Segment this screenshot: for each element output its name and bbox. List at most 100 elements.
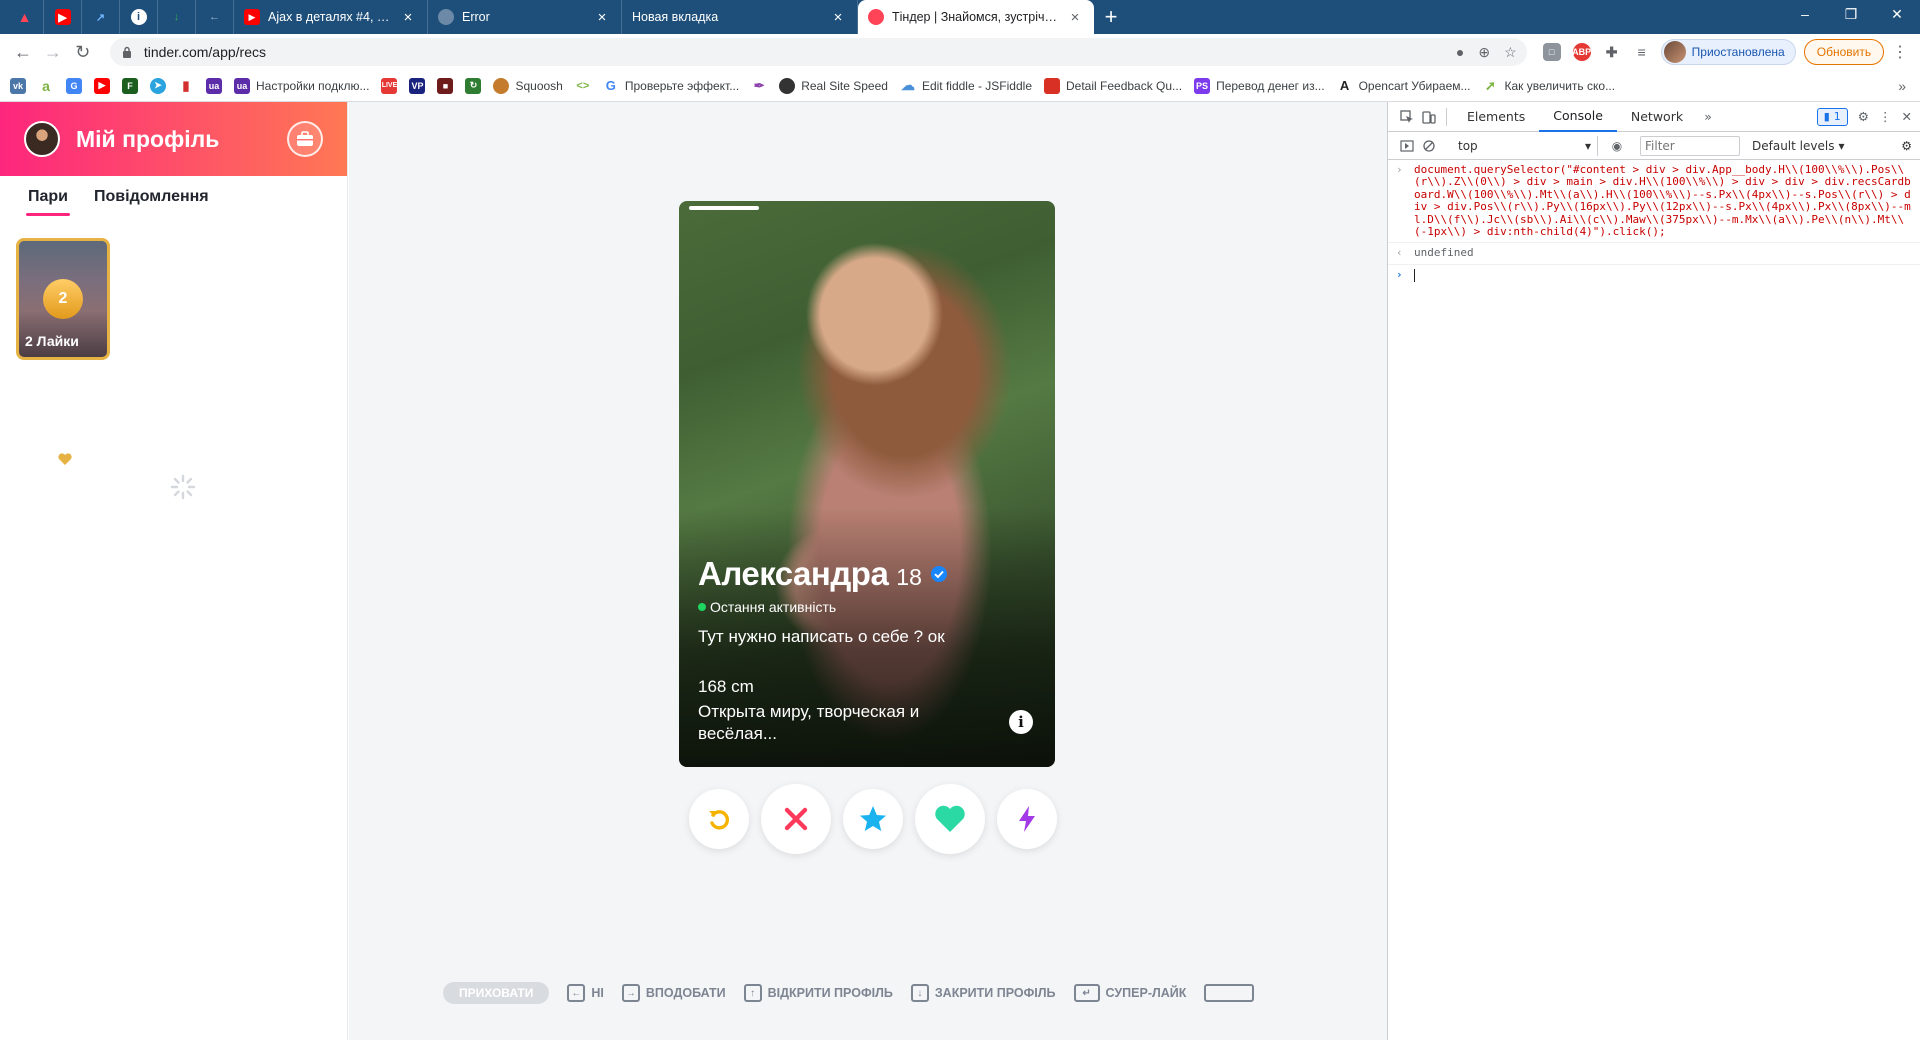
bookmark-squoosh[interactable]: Squoosh (493, 77, 563, 94)
bookmark-code[interactable]: <> (575, 78, 591, 94)
bookmark-translate[interactable]: G (66, 77, 82, 94)
browser-menu-icon[interactable]: ⋮ (1888, 42, 1912, 62)
url-text[interactable]: tinder.com/app/recs (144, 44, 1456, 60)
bookmark-vk[interactable]: vk (10, 77, 26, 94)
screenshot-extension-icon[interactable]: □ (1542, 43, 1561, 61)
nope-button[interactable] (761, 784, 831, 854)
tab-tinder[interactable]: Тіндер | Знайомся, зустрічайся × (858, 0, 1094, 34)
clear-console-icon[interactable] (1418, 135, 1440, 157)
avatar[interactable] (24, 121, 60, 157)
console-toolbar: top ▾ ◉ Default levels ▾ ⚙ (1388, 132, 1920, 160)
profile-title[interactable]: Мій профіль (76, 126, 287, 153)
bookmark-f[interactable]: F (122, 77, 138, 94)
devtools-tab-network[interactable]: Network (1617, 102, 1697, 132)
console-command[interactable]: document.querySelector("#content > div >… (1414, 163, 1912, 238)
tab-messages[interactable]: Повідомлення (94, 188, 209, 212)
close-tab-icon[interactable]: × (1066, 8, 1084, 26)
live-expression-eye-icon[interactable]: ◉ (1606, 135, 1628, 157)
lock-icon[interactable] (120, 45, 134, 59)
console-settings-gear-icon[interactable]: ⚙ (1901, 139, 1912, 153)
bookmark-star-icon[interactable]: ☆ (1504, 44, 1517, 61)
more-tabs-icon[interactable]: » (1697, 106, 1719, 128)
bookmark-thermometer[interactable]: ▮ (178, 78, 194, 94)
reload-button[interactable]: ↻ (68, 37, 98, 67)
tab-matches[interactable]: Пари (25, 188, 71, 216)
bookmark-opencart[interactable]: A Opencart Убираем... (1337, 78, 1471, 94)
restore-icon[interactable]: ❐ (1828, 0, 1874, 28)
profile-label: Приостановлена (1691, 45, 1785, 59)
pinned-tab-info[interactable]: i (120, 0, 158, 34)
arrow-right-key-icon: → (621, 984, 640, 1002)
pinned-tab-tinder[interactable]: ▲ (6, 0, 44, 34)
location-icon[interactable]: ● (1456, 44, 1464, 60)
close-tab-icon[interactable]: × (593, 8, 611, 26)
bookmark-real-site-speed[interactable]: Real Site Speed (779, 77, 888, 94)
bookmark-money-transfer[interactable]: PS Перевод денег из... (1194, 77, 1325, 94)
likes-you-card[interactable]: 2 2 Лайки (16, 238, 110, 360)
bookmark-feedback[interactable]: Detail Feedback Qu... (1044, 77, 1182, 94)
close-window-icon[interactable]: ✕ (1874, 0, 1920, 28)
info-icon[interactable]: i (1009, 710, 1033, 734)
pinned-tab-download[interactable]: ↓ (158, 0, 196, 34)
bookmark-label: Настройки подклю... (256, 78, 370, 93)
settings-gear-icon[interactable]: ⚙ (1858, 109, 1869, 124)
bookmark-vp[interactable]: VP (409, 77, 426, 94)
inspect-element-icon[interactable] (1396, 106, 1418, 128)
device-toolbar-icon[interactable] (1418, 106, 1440, 128)
install-app-icon[interactable]: ⊕ (1478, 44, 1490, 61)
tab-error[interactable]: Error × (428, 0, 622, 34)
adblock-icon[interactable]: ABP (1572, 43, 1591, 61)
bookmark-ua[interactable]: ua (206, 77, 222, 94)
minimize-icon[interactable]: – (1782, 0, 1828, 28)
messages-badge[interactable]: ▮ 1 (1816, 107, 1848, 126)
bookmark-settings-connection[interactable]: ua Настройки подклю... (234, 77, 370, 94)
close-tab-icon[interactable]: × (829, 8, 847, 26)
bookmark-game[interactable]: ■ (437, 77, 454, 94)
pinned-tab-chart[interactable]: ↗ (82, 0, 120, 34)
extensions-puzzle-icon[interactable]: ✚ (1603, 43, 1621, 61)
briefcase-icon[interactable] (287, 121, 323, 157)
tab-new[interactable]: Новая вкладка × (622, 0, 858, 34)
back-button[interactable]: ← (8, 37, 38, 67)
rewind-button[interactable] (689, 789, 749, 849)
bookmark-pagespeed[interactable]: G Проверьте эффект... (603, 78, 739, 94)
like-button[interactable] (915, 784, 985, 854)
letter-a-icon: A (1339, 78, 1350, 93)
close-tab-icon[interactable]: × (399, 8, 417, 26)
log-levels-select[interactable]: Default levels ▾ (1752, 139, 1844, 153)
super-like-button[interactable] (843, 789, 903, 849)
pinned-tab-youtube[interactable]: ▶ (44, 0, 82, 34)
bookmarks-overflow-icon[interactable]: » (1898, 78, 1906, 94)
hide-shortcuts-button[interactable]: ПРИХОВАТИ (443, 982, 550, 1004)
bookmark-telegram[interactable]: ➤ (150, 77, 166, 94)
forward-button[interactable]: → (38, 37, 68, 67)
bookmark-speedup[interactable]: ➚ Как увеличить ско... (1483, 78, 1615, 94)
bookmark-refresh[interactable]: ↻ (465, 77, 482, 94)
likes-label: 2 Лайки (25, 333, 79, 349)
profile-header[interactable]: Мій профіль (0, 102, 347, 176)
context-select[interactable]: top ▾ (1452, 135, 1598, 156)
close-devtools-icon[interactable]: ✕ (1902, 109, 1912, 124)
bookmark-jsfiddle[interactable]: ☁ Edit fiddle - JSFiddle (900, 77, 1032, 94)
devtools-tab-console[interactable]: Console (1539, 102, 1617, 132)
profile-card[interactable]: Александра 18 Остання активність Тут нуж… (679, 201, 1055, 767)
bookmark-live[interactable]: LIVE (381, 77, 398, 94)
tab-ajax[interactable]: ▶ Ajax в деталях #4, ui-dal (data a × (234, 0, 428, 34)
profile-button[interactable]: Приостановлена (1660, 39, 1796, 65)
sidebar-toggle-icon[interactable] (1396, 135, 1418, 157)
devtools-menu-icon[interactable]: ⋮ (1879, 109, 1892, 124)
pinned-tab-back[interactable]: ← (196, 0, 234, 34)
address-bar[interactable]: tinder.com/app/recs ● ⊕ ☆ (109, 38, 1527, 66)
new-tab-button[interactable]: + (1094, 0, 1128, 34)
reading-list-icon[interactable]: ≡ (1633, 43, 1651, 61)
console-filter-input[interactable] (1640, 135, 1740, 156)
last-active-text: Остання активність (710, 599, 837, 615)
boost-button[interactable] (997, 789, 1057, 849)
bookmark-feather[interactable]: ✒ (751, 78, 767, 94)
profile-bio: Тут нужно написать о себе ? ок (698, 627, 945, 646)
console-prompt[interactable]: › (1388, 265, 1920, 286)
devtools-tab-elements[interactable]: Elements (1453, 102, 1539, 132)
bookmark-youtube[interactable]: ▶ (94, 77, 110, 94)
update-button[interactable]: Обновить (1803, 39, 1885, 65)
bookmark-a[interactable]: a (38, 78, 54, 94)
